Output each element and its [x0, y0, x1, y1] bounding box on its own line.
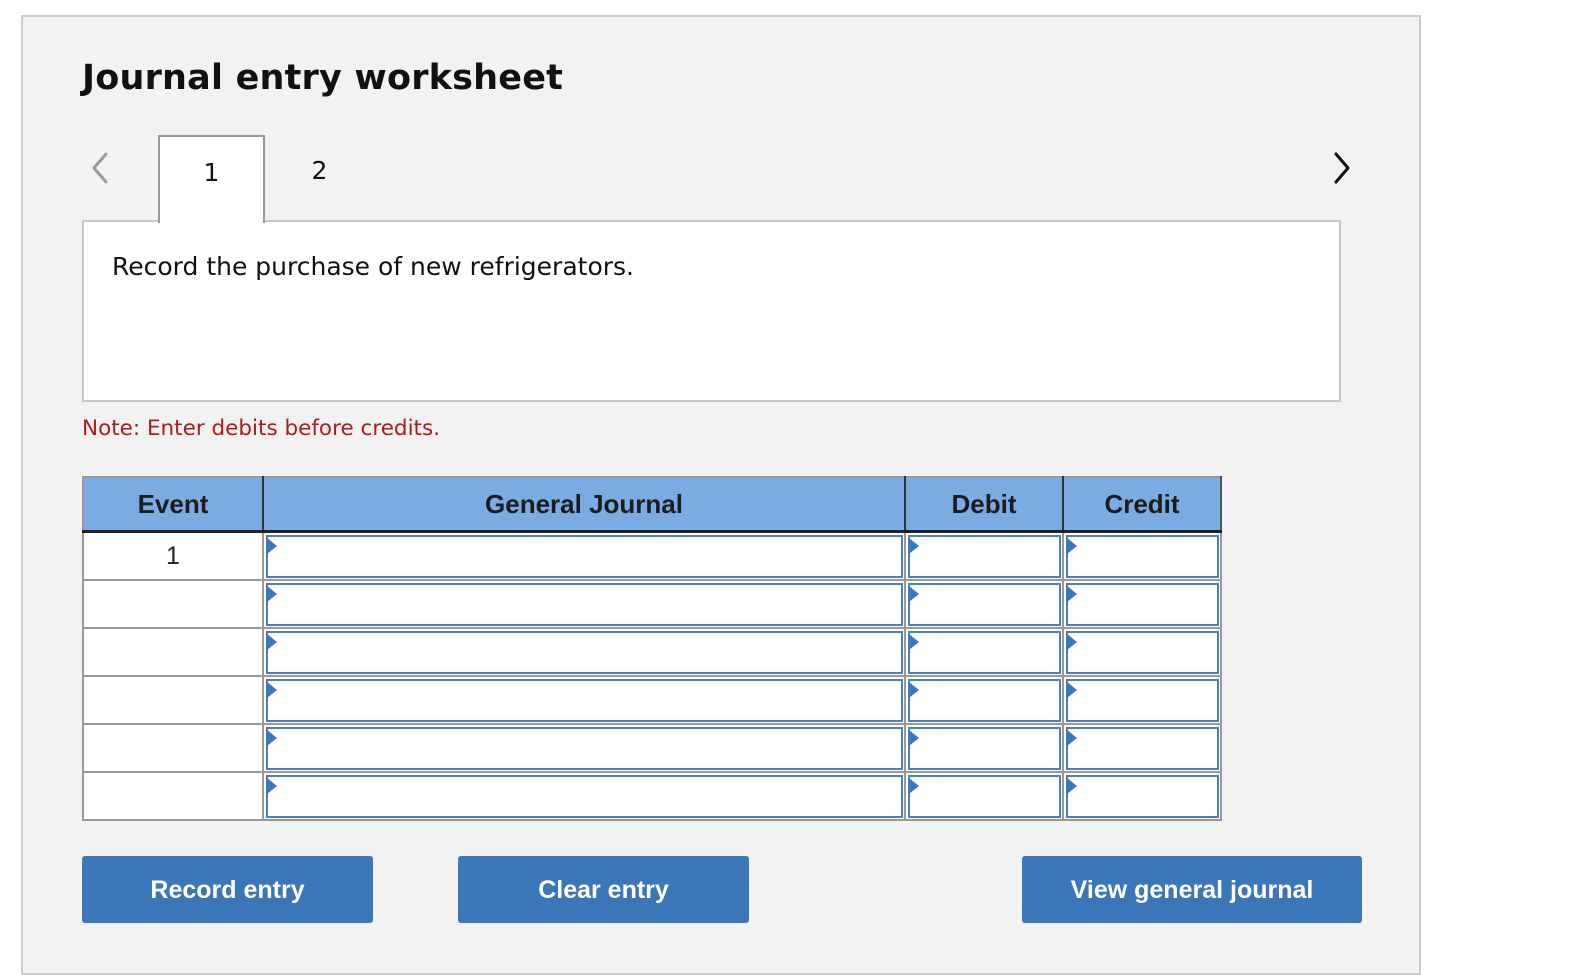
page-title: Journal entry worksheet — [82, 58, 564, 98]
journal-table: Event General Journal Debit Credit 1 — [82, 476, 1222, 821]
chevron-left-icon — [92, 152, 108, 184]
chevron-right-icon — [1334, 152, 1350, 184]
credit-input[interactable] — [1066, 631, 1219, 674]
tab-2[interactable]: 2 — [266, 135, 373, 221]
journal-cell — [263, 531, 906, 581]
credit-cell — [1063, 628, 1222, 677]
credit-cell — [1063, 676, 1222, 725]
debit-cell — [905, 580, 1064, 629]
general-journal-input[interactable] — [266, 679, 903, 722]
general-journal-input[interactable] — [266, 583, 903, 626]
journal-cell — [263, 772, 906, 821]
debit-input[interactable] — [908, 727, 1061, 770]
debit-input[interactable] — [908, 775, 1061, 818]
event-cell — [83, 580, 264, 629]
view-general-journal-button[interactable]: View general journal — [1022, 856, 1362, 923]
header-general-journal: General Journal — [263, 477, 906, 533]
table-row — [83, 628, 1222, 677]
debit-input[interactable] — [908, 631, 1061, 674]
debit-input[interactable] — [908, 583, 1061, 626]
header-debit: Debit — [905, 477, 1064, 533]
credit-cell — [1063, 724, 1222, 773]
general-journal-input[interactable] — [266, 631, 903, 674]
debit-input[interactable] — [908, 679, 1061, 722]
table-row — [83, 772, 1222, 821]
debit-input[interactable] — [908, 535, 1061, 578]
credit-input[interactable] — [1066, 679, 1219, 722]
debit-cell — [905, 628, 1064, 677]
journal-cell — [263, 724, 906, 773]
general-journal-input[interactable] — [266, 727, 903, 770]
event-cell — [83, 724, 264, 773]
header-credit: Credit — [1063, 477, 1222, 533]
general-journal-input[interactable] — [266, 775, 903, 818]
table-header-row: Event General Journal Debit Credit — [83, 477, 1222, 533]
next-button[interactable] — [1328, 148, 1356, 188]
table-row — [83, 676, 1222, 725]
general-journal-input[interactable] — [266, 535, 903, 578]
journal-cell — [263, 580, 906, 629]
header-event: Event — [83, 477, 264, 533]
record-entry-button[interactable]: Record entry — [82, 856, 373, 923]
table-row — [83, 724, 1222, 773]
instruction-text: Record the purchase of new refrigerators… — [112, 252, 634, 281]
credit-cell — [1063, 531, 1222, 581]
event-cell: 1 — [83, 531, 264, 581]
credit-input[interactable] — [1066, 775, 1219, 818]
event-cell — [83, 628, 264, 677]
credit-input[interactable] — [1066, 535, 1219, 578]
table-row — [83, 580, 1222, 629]
journal-cell — [263, 628, 906, 677]
credit-cell — [1063, 580, 1222, 629]
table-row: 1 — [83, 531, 1222, 581]
journal-cell — [263, 676, 906, 725]
credit-input[interactable] — [1066, 727, 1219, 770]
debit-cell — [905, 724, 1064, 773]
debit-cell — [905, 531, 1064, 581]
note-text: Note: Enter debits before credits. — [82, 416, 441, 441]
event-cell — [83, 772, 264, 821]
tab-1[interactable]: 1 — [158, 135, 265, 223]
clear-entry-button[interactable]: Clear entry — [458, 856, 749, 923]
debit-cell — [905, 772, 1064, 821]
instruction-box: Record the purchase of new refrigerators… — [82, 220, 1341, 402]
credit-input[interactable] — [1066, 583, 1219, 626]
previous-button[interactable] — [86, 148, 114, 188]
debit-cell — [905, 676, 1064, 725]
event-cell — [83, 676, 264, 725]
credit-cell — [1063, 772, 1222, 821]
